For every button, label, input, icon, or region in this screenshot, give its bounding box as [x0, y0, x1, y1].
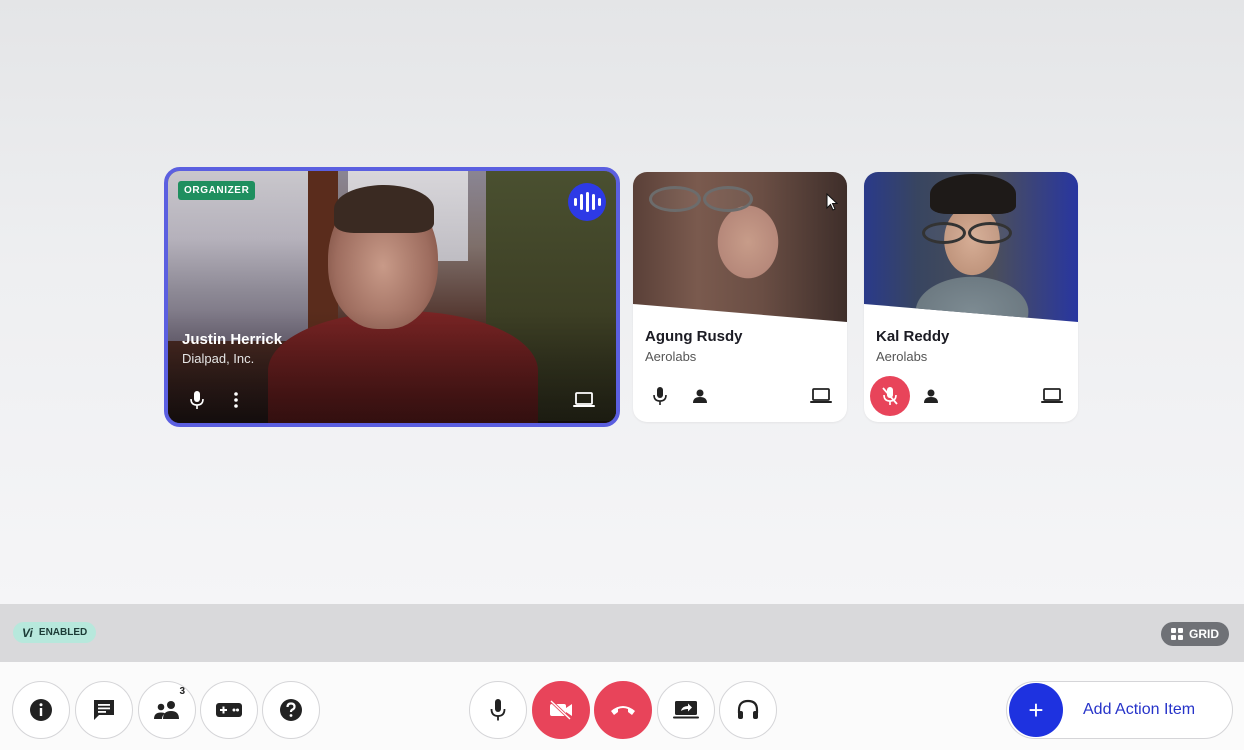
chat-icon	[94, 700, 114, 720]
audio-settings-button[interactable]	[719, 681, 777, 739]
share-screen-button[interactable]	[657, 681, 715, 739]
video-stage: ORGANIZER Justin Herrick Dialpad, Inc. A…	[0, 0, 1244, 604]
participant-tile[interactable]: Agung Rusdy Aerolabs	[633, 172, 847, 422]
microphone-icon[interactable]	[649, 385, 671, 407]
vi-logo: Vi	[22, 625, 33, 640]
more-options-icon[interactable]	[228, 389, 244, 411]
add-action-item-button[interactable]: + Add Action Item	[1006, 681, 1233, 739]
call-toolbar: 3 + Add Action Item	[0, 662, 1244, 750]
grid-view-button[interactable]: GRID	[1161, 622, 1229, 646]
participant-org: Aerolabs	[645, 349, 697, 364]
participant-org: Aerolabs	[876, 349, 928, 364]
participant-tile-main[interactable]: ORGANIZER Justin Herrick Dialpad, Inc.	[164, 167, 620, 427]
participant-org: Dialpad, Inc.	[182, 351, 255, 366]
participant-photo	[633, 172, 847, 322]
status-bar: Vi ENABLED GRID	[0, 604, 1244, 662]
vi-status-label: ENABLED	[38, 627, 88, 638]
add-action-item-label: Add Action Item	[1083, 701, 1196, 718]
camera-off-button[interactable]	[532, 681, 590, 739]
microphone-button[interactable]	[469, 681, 527, 739]
participants-count: 3	[179, 686, 185, 697]
microphone-icon	[490, 699, 506, 721]
laptop-icon	[1040, 385, 1064, 407]
vi-status-badge[interactable]: Vi ENABLED	[13, 622, 97, 643]
microphone-icon[interactable]	[186, 389, 208, 411]
hang-up-button[interactable]	[594, 681, 652, 739]
games-button[interactable]	[200, 681, 258, 739]
organizer-badge: ORGANIZER	[178, 181, 256, 200]
participants-button[interactable]: 3	[138, 681, 196, 739]
participant-photo	[864, 172, 1078, 322]
gamepad-icon	[216, 703, 242, 717]
people-icon	[154, 701, 179, 719]
info-button[interactable]	[12, 681, 70, 739]
muted-microphone-icon[interactable]	[870, 376, 910, 416]
screen-share-icon	[673, 701, 699, 719]
laptop-icon	[572, 389, 596, 411]
person-icon[interactable]	[689, 385, 711, 407]
laptop-icon	[809, 385, 833, 407]
help-icon	[280, 699, 302, 721]
plus-icon: +	[1009, 683, 1063, 737]
chat-button[interactable]	[75, 681, 133, 739]
grid-view-label: GRID	[1189, 627, 1219, 641]
speaking-indicator-icon	[568, 183, 606, 221]
person-icon[interactable]	[920, 385, 942, 407]
cursor-icon	[826, 193, 838, 211]
participant-name: Agung Rusdy	[645, 328, 743, 345]
video-off-icon	[549, 700, 572, 720]
participant-name: Justin Herrick	[182, 331, 283, 348]
participant-tile[interactable]: Kal Reddy Aerolabs	[864, 172, 1078, 422]
participant-name: Kal Reddy	[876, 328, 950, 345]
headphones-icon	[737, 699, 759, 719]
help-button[interactable]	[262, 681, 320, 739]
grid-icon	[1171, 628, 1183, 640]
phone-hangup-icon	[611, 706, 635, 715]
info-icon	[30, 699, 52, 721]
